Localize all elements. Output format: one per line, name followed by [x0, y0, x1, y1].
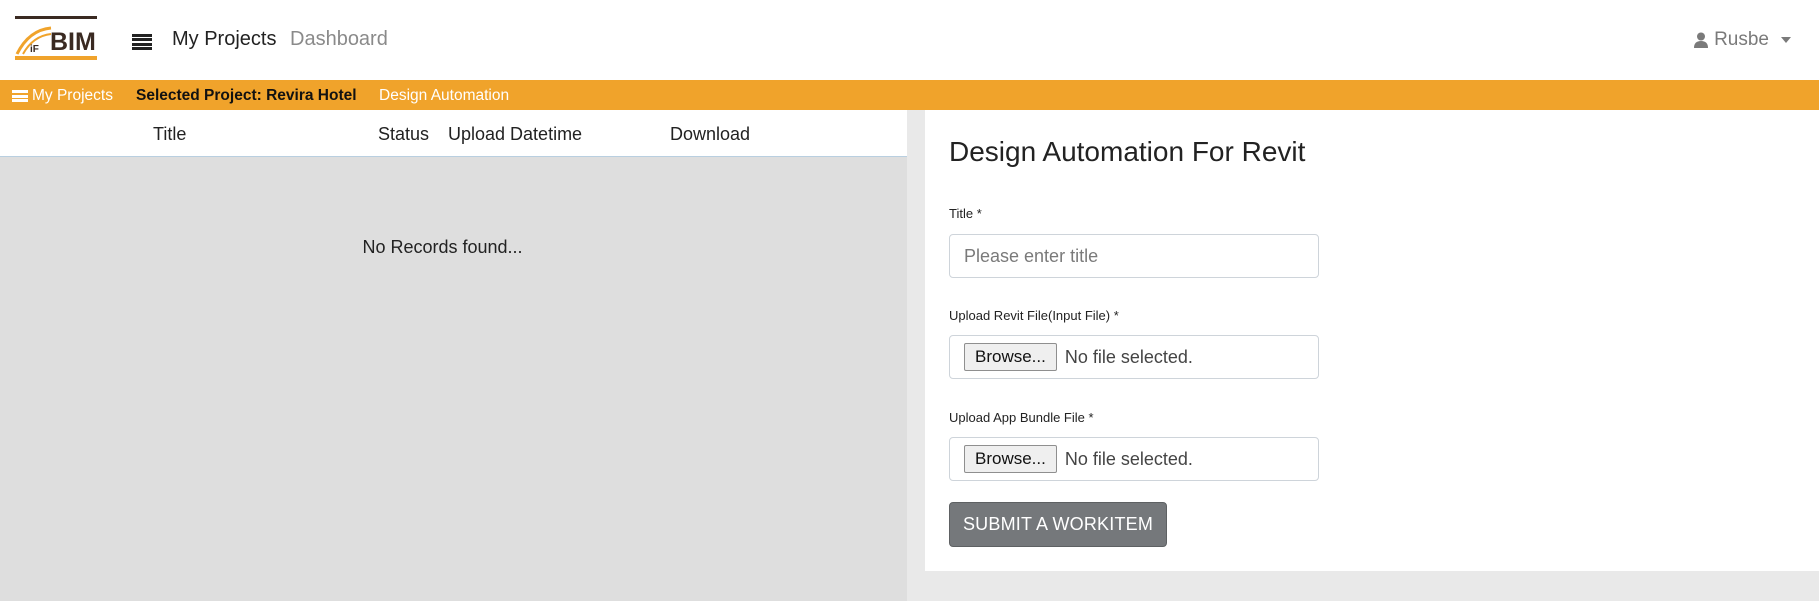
revit-file-input[interactable]: Browse... No file selected.: [949, 335, 1319, 379]
user-icon: [1694, 32, 1709, 48]
app-bundle-label: Upload App Bundle File *: [949, 410, 1094, 425]
breadcrumb-my-projects-label: My Projects: [32, 87, 113, 104]
column-header-title[interactable]: Title: [153, 124, 186, 145]
user-name: Rusbe: [1714, 29, 1769, 50]
title-input[interactable]: [949, 234, 1319, 278]
bim-logo-icon: iF BIM: [15, 16, 97, 60]
column-header-download[interactable]: Download: [670, 124, 750, 145]
breadcrumb-my-projects[interactable]: My Projects: [12, 87, 113, 105]
top-navbar: iF BIM My Projects Dashboard Rusbe: [0, 0, 1819, 80]
menu-toggle-icon[interactable]: [132, 34, 152, 50]
revit-file-label: Upload Revit File(Input File) *: [949, 308, 1119, 323]
chevron-down-icon: [1781, 37, 1791, 43]
empty-table-message: No Records found...: [362, 237, 523, 257]
bundle-browse-button[interactable]: Browse...: [964, 445, 1057, 473]
column-header-status[interactable]: Status: [378, 124, 429, 145]
nav-dashboard[interactable]: Dashboard: [290, 28, 388, 51]
breadcrumb-design-automation[interactable]: Design Automation: [379, 87, 509, 105]
breadcrumb: My Projects Selected Project: Revira Hot…: [0, 80, 1819, 110]
app-bundle-file-input[interactable]: Browse... No file selected.: [949, 437, 1319, 481]
user-menu-dropdown[interactable]: Rusbe: [1694, 29, 1791, 51]
revit-browse-button[interactable]: Browse...: [964, 343, 1057, 371]
brand-logo[interactable]: iF BIM: [15, 16, 97, 62]
nav-my-projects[interactable]: My Projects: [172, 28, 276, 51]
form-heading: Design Automation For Revit: [949, 136, 1306, 167]
submit-workitem-button[interactable]: SUBMIT A WORKITEM: [949, 502, 1167, 547]
svg-text:BIM: BIM: [50, 28, 96, 56]
table-header: Title Status Upload Datetime Download: [0, 110, 907, 157]
list-icon: [12, 90, 28, 102]
breadcrumb-selected-project: Selected Project: Revira Hotel: [136, 87, 357, 104]
revit-file-status: No file selected.: [1064, 346, 1193, 367]
records-table-panel: Title Status Upload Datetime Download No…: [0, 110, 907, 601]
title-label: Title *: [949, 206, 982, 221]
bundle-file-status: No file selected.: [1064, 448, 1193, 469]
design-automation-form: Design Automation For Revit Title * Uplo…: [925, 110, 1819, 571]
svg-text:iF: iF: [30, 44, 39, 55]
column-header-upload-datetime[interactable]: Upload Datetime: [448, 124, 582, 145]
